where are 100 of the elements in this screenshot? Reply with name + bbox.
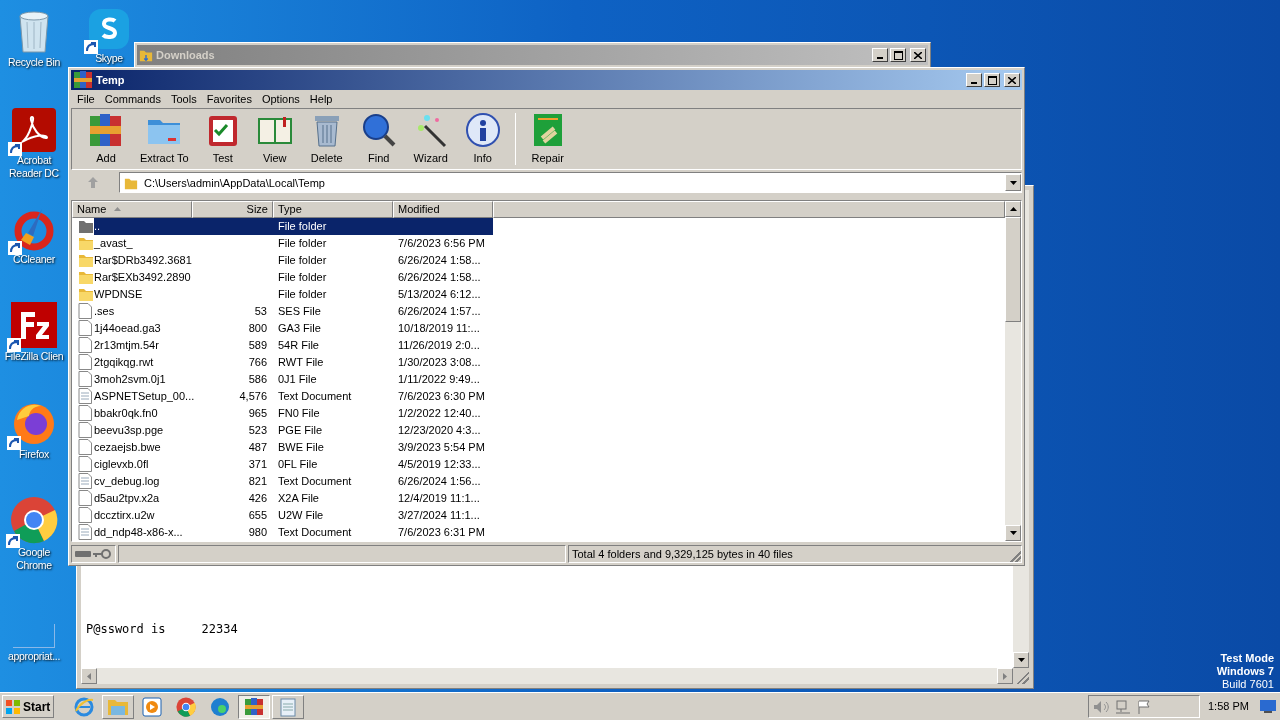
file-row[interactable]: Rar$EXb3492.2890 File folder 6/26/2024 1:58... [72, 268, 1005, 286]
column-header[interactable]: Size [192, 200, 273, 218]
taskbar-button[interactable] [238, 694, 270, 719]
file-row[interactable]: ASPNETSetup_00... 4,576 Text Document 7/6/2023 6:30 PM [72, 387, 1005, 405]
desktop-icon-label[interactable]: Firefox [19, 448, 49, 461]
modified-cell-text: 11/26/2019 2:0... [397, 337, 481, 353]
size-cell-text: 800 [247, 320, 268, 336]
size-cell-text: 53 [253, 303, 268, 319]
file-icon [78, 422, 92, 438]
desktop-icon-label[interactable]: appropriat... [7, 650, 61, 663]
address-field[interactable]: C:\Users\admin\AppData\Local\Temp [119, 172, 1022, 194]
size-cell-text: 487 [247, 439, 268, 455]
modified-cell-text: 4/5/2019 12:33... [397, 456, 482, 472]
speaker-icon [1093, 699, 1109, 714]
maximize-button[interactable] [890, 48, 906, 62]
folder-icon [78, 235, 94, 251]
maximize-button[interactable] [984, 73, 1000, 87]
name-cell-text: cv_debug.log [94, 473, 161, 489]
scroll-up-button[interactable] [1005, 200, 1021, 217]
file-row[interactable]: dd_ndp48-x86-x... 980 Text Document 7/6/2023 6:31 PM [72, 523, 1005, 541]
desktop-icon-label[interactable]: Google Chrome [0, 546, 68, 572]
desktop-icon-label[interactable]: Acrobat Reader DC [0, 154, 68, 180]
toolbar-button[interactable]: Add [80, 112, 132, 167]
desktop-icon-label[interactable]: Skype [95, 52, 123, 65]
file-icon [78, 439, 92, 455]
close-button[interactable] [1004, 73, 1020, 87]
modified-cell-text: 1/30/2023 3:08... [397, 354, 482, 370]
file-row[interactable]: bbakr0qk.fn0 965 FN0 File 1/2/2022 12:40... [72, 404, 1005, 422]
modified-cell-text: 12/4/2019 11:1... [397, 490, 481, 506]
toolbar-button[interactable]: Repair [521, 112, 574, 167]
column-header[interactable]: Modified [393, 200, 493, 218]
size-cell-text: 589 [247, 337, 268, 353]
file-row[interactable]: dccztirx.u2w 655 U2W File 3/27/2024 11:1... [72, 506, 1005, 524]
file-row[interactable]: WPDNSE File folder 5/13/2024 6:12... [72, 285, 1005, 303]
file-row[interactable]: 3moh2svm.0j1 586 0J1 File 1/11/2022 9:49... [72, 370, 1005, 388]
toolbar-button[interactable]: Delete [300, 112, 353, 167]
type-cell-text: RWT File [277, 354, 325, 370]
close-button[interactable] [910, 48, 926, 62]
text-area[interactable]: P@ssword is 22334 [81, 568, 1013, 668]
vertical-scrollbar[interactable] [1005, 200, 1021, 541]
folder-icon [78, 269, 94, 285]
modified-cell-text: 1/2/2022 12:40... [397, 405, 482, 421]
toolbar-button[interactable]: Test [196, 112, 249, 167]
toolbar-button[interactable]: Find [352, 112, 405, 167]
modified-cell-text: 1/11/2022 9:49... [397, 371, 481, 387]
toolbar-button[interactable]: Extract To [132, 112, 197, 167]
scroll-down-button[interactable] [1005, 524, 1021, 541]
file-row[interactable]: 2tgqikqg.rwt 766 RWT File 1/30/2023 3:08... [72, 353, 1005, 371]
minimize-button[interactable] [966, 73, 982, 87]
column-header[interactable]: Name [72, 200, 192, 218]
file-row[interactable]: cezaejsb.bwe 487 BWE File 3/9/2023 5:54 PM [72, 438, 1005, 456]
window-title: Temp [96, 72, 125, 88]
close-icon [1008, 76, 1016, 84]
desktop-icon-label[interactable]: CCleaner [13, 253, 55, 266]
desktop-icon-label[interactable]: FileZilla Clien [4, 350, 64, 363]
size-cell-text: 4,576 [238, 388, 268, 404]
file-row[interactable]: ciglevxb.0fl 371 0FL File 4/5/2019 12:33... [72, 455, 1005, 473]
info-icon [464, 112, 501, 149]
file-row[interactable]: 1j44oead.ga3 800 GA3 File 10/18/2019 11:... [72, 319, 1005, 337]
menu-item[interactable]: Options [256, 90, 305, 108]
toolbar-button[interactable]: Wizard [404, 112, 457, 167]
menu-item[interactable]: Favorites [201, 90, 257, 108]
scrollbar-thumb[interactable] [1005, 216, 1021, 322]
desktop-icon-label[interactable]: Recycle Bin [7, 56, 61, 69]
menu-item[interactable]: Commands [99, 90, 166, 108]
up-arrow-icon [1009, 206, 1017, 211]
scroll-left-button[interactable] [81, 668, 97, 684]
minimize-button[interactable] [872, 48, 888, 62]
file-row[interactable]: cv_debug.log 821 Text Document 6/26/2024 1:56... [72, 472, 1005, 490]
toolbar-button[interactable]: View [248, 112, 301, 167]
file-row[interactable]: .ses 53 SES File 6/26/2024 1:57... [72, 302, 1005, 320]
size-cell-text: 371 [247, 456, 268, 472]
stacked-books-icon [88, 112, 124, 149]
name-cell-text: _avast_ [94, 235, 134, 251]
size-cell-text: 523 [247, 422, 268, 438]
scroll-right-button[interactable] [997, 668, 1013, 684]
start-button[interactable]: Start [2, 695, 54, 718]
menu-item[interactable]: Help [304, 90, 338, 108]
type-cell-text: File folder [277, 286, 328, 302]
scroll-down-button[interactable] [1013, 652, 1029, 668]
flag-icon [1137, 699, 1151, 714]
modified-cell-text: 5/13/2024 6:12... [397, 286, 482, 302]
file-row[interactable]: 2r13mtjm.54r 589 54R File 11/26/2019 2:0... [72, 336, 1005, 354]
file-row[interactable]: d5au2tpv.x2a 426 X2A File 12/4/2019 11:1... [72, 489, 1005, 507]
horizontal-scrollbar[interactable] [81, 668, 1013, 684]
toolbar-button[interactable]: Info [456, 112, 509, 167]
name-cell-text: bbakr0qk.fn0 [94, 405, 159, 421]
type-cell-text: SES File [277, 303, 322, 319]
dropdown-button[interactable] [1005, 174, 1021, 192]
menu-item[interactable]: File [72, 90, 100, 108]
file-row[interactable]: beevu3sp.pge 523 PGE File 12/23/2020 4:3... [72, 421, 1005, 439]
file-row[interactable]: _avast_ File folder 7/6/2023 6:56 PM [72, 234, 1005, 252]
name-cell-text: d5au2tpv.x2a [94, 490, 161, 506]
name-cell-text: .ses [94, 303, 116, 319]
menu-item[interactable]: Tools [166, 90, 202, 108]
file-icon [78, 371, 92, 387]
column-header[interactable]: Type [273, 200, 393, 218]
file-row[interactable]: Rar$DRb3492.3681 File folder 6/26/2024 1:58... [72, 251, 1005, 269]
type-cell-text: Text Document [277, 524, 353, 540]
vertical-scrollbar[interactable] [1013, 568, 1029, 668]
